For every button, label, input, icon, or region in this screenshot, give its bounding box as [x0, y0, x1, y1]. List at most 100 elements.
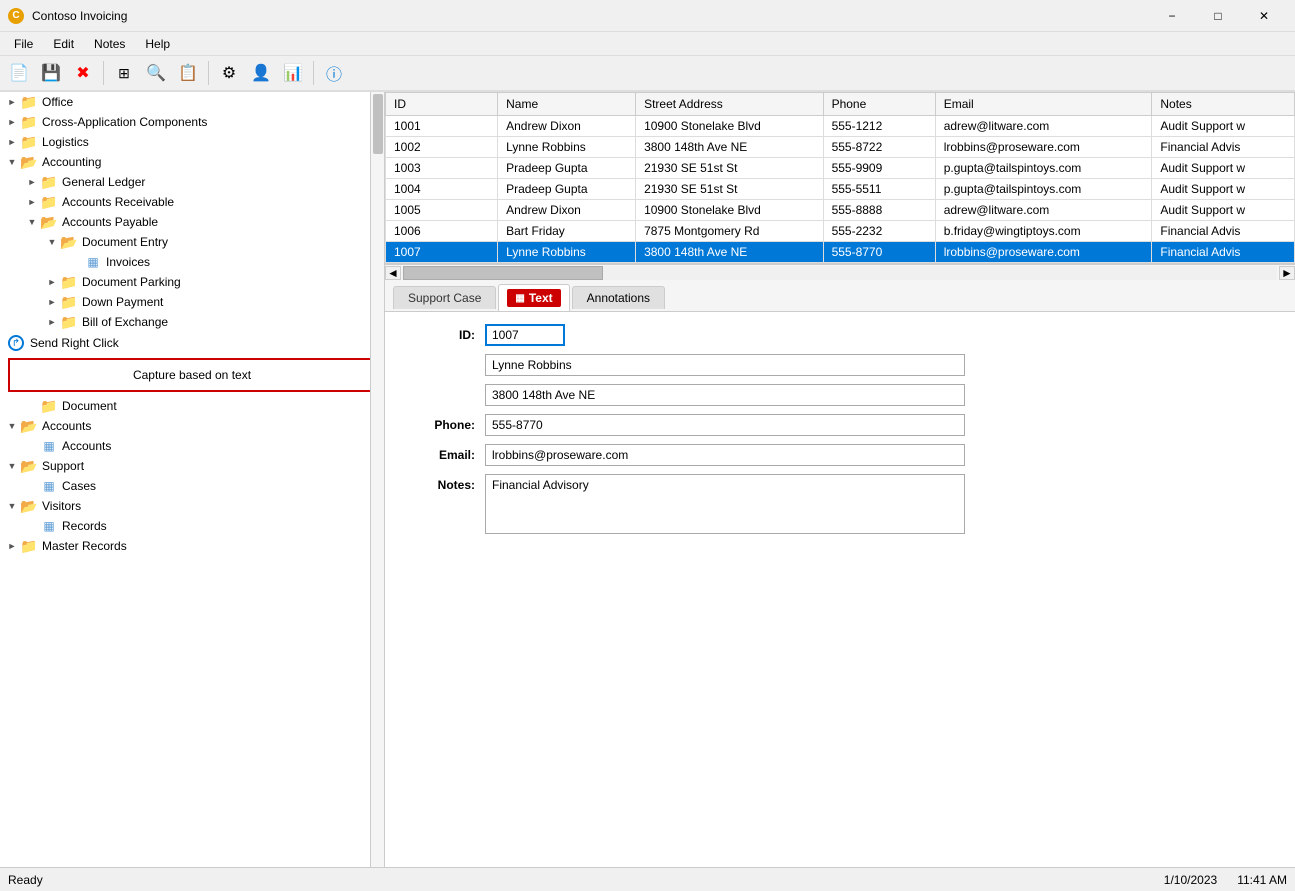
- folder-icon-accounts-receivable: 📁: [40, 194, 58, 210]
- tree-item-accounts[interactable]: ▼ 📂 Accounts: [0, 416, 384, 436]
- notes-field[interactable]: [485, 474, 965, 534]
- table-row[interactable]: 1007Lynne Robbins3800 148th Ave NE555-87…: [386, 242, 1295, 263]
- table-row[interactable]: 1002Lynne Robbins3800 148th Ave NE555-87…: [386, 137, 1295, 158]
- note-button[interactable]: 📋: [173, 59, 203, 87]
- cell-id: 1001: [386, 116, 498, 137]
- settings-button[interactable]: ⚙: [214, 59, 244, 87]
- folder-icon-office: 📁: [20, 94, 38, 110]
- expander-document-parking[interactable]: ►: [44, 274, 60, 290]
- tree-item-cases[interactable]: ▦ Cases: [0, 476, 384, 496]
- tree-item-records[interactable]: ▦ Records: [0, 516, 384, 536]
- expander-document-entry[interactable]: ▼: [44, 234, 60, 250]
- table-row[interactable]: 1001Andrew Dixon10900 Stonelake Blvd555-…: [386, 116, 1295, 137]
- table-icon-invoices: ▦: [84, 254, 102, 270]
- menu-edit[interactable]: Edit: [43, 35, 84, 53]
- tree-item-office[interactable]: ► 📁 Office: [0, 92, 384, 112]
- tree-item-cross-app[interactable]: ► 📁 Cross-Application Components: [0, 112, 384, 132]
- cell-notes: Audit Support w: [1152, 116, 1295, 137]
- tree-item-document-parking[interactable]: ► 📁 Document Parking: [0, 272, 384, 292]
- table-row[interactable]: 1006Bart Friday7875 Montgomery Rd555-223…: [386, 221, 1295, 242]
- tree-item-general-ledger[interactable]: ► 📁 General Ledger: [0, 172, 384, 192]
- expander-accounts-receivable[interactable]: ►: [24, 194, 40, 210]
- col-header-notes[interactable]: Notes: [1152, 93, 1295, 116]
- table-row[interactable]: 1005Andrew Dixon10900 Stonelake Blvd555-…: [386, 200, 1295, 221]
- minimize-button[interactable]: −: [1149, 0, 1195, 32]
- col-header-name[interactable]: Name: [498, 93, 636, 116]
- expander-logistics[interactable]: ►: [4, 134, 20, 150]
- expander-accounting[interactable]: ▼: [4, 154, 20, 170]
- cell-phone: 555-8722: [823, 137, 935, 158]
- col-header-phone[interactable]: Phone: [823, 93, 935, 116]
- tree-item-support[interactable]: ▼ 📂 Support: [0, 456, 384, 476]
- tree-scrollbar[interactable]: [370, 92, 384, 867]
- data-grid[interactable]: ID Name Street Address Phone Email Notes…: [385, 92, 1295, 264]
- capture-text-highlight[interactable]: Capture based on text: [8, 358, 376, 392]
- tree-item-accounting[interactable]: ▼ 📂 Accounting: [0, 152, 384, 172]
- text-tab-icon: ▦: [515, 293, 524, 304]
- expander-general-ledger[interactable]: ►: [24, 174, 40, 190]
- tab-support-case[interactable]: Support Case: [393, 286, 496, 309]
- tree-item-document[interactable]: 📁 Document: [0, 396, 384, 416]
- tree-label-office: Office: [42, 95, 73, 109]
- menu-notes[interactable]: Notes: [84, 35, 135, 53]
- id-label: ID:: [405, 324, 485, 342]
- phone-field[interactable]: [485, 414, 965, 436]
- export-button[interactable]: 📊: [278, 59, 308, 87]
- close-button[interactable]: ✕: [1241, 0, 1287, 32]
- tree-item-document-entry[interactable]: ▼ 📂 Document Entry: [0, 232, 384, 252]
- tree-item-down-payment[interactable]: ► 📁 Down Payment: [0, 292, 384, 312]
- send-right-click-button[interactable]: ↱ Send Right Click: [0, 332, 384, 354]
- search-button[interactable]: 🔍: [141, 59, 171, 87]
- right-click-icon: ↱: [8, 335, 24, 351]
- scroll-thumb[interactable]: [403, 266, 603, 280]
- tree-item-visitors[interactable]: ▼ 📂 Visitors: [0, 496, 384, 516]
- new-document-button[interactable]: 📄: [4, 59, 34, 87]
- table-row[interactable]: 1003Pradeep Gupta21930 SE 51st St555-990…: [386, 158, 1295, 179]
- cell-address: 3800 148th Ave NE: [636, 137, 824, 158]
- cell-name: Andrew Dixon: [498, 116, 636, 137]
- menu-help[interactable]: Help: [135, 35, 180, 53]
- expander-cross-app[interactable]: ►: [4, 114, 20, 130]
- grid-button[interactable]: ⊞: [109, 59, 139, 87]
- email-field[interactable]: [485, 444, 965, 466]
- text-tab-content: ▦ Text: [507, 289, 560, 307]
- tree-item-invoices[interactable]: ▦ Invoices: [0, 252, 384, 272]
- col-header-address[interactable]: Street Address: [636, 93, 824, 116]
- horizontal-scrollbar[interactable]: ◄ ►: [385, 264, 1295, 280]
- tab-annotations[interactable]: Annotations: [572, 286, 665, 309]
- send-right-click-label: Send Right Click: [30, 336, 119, 350]
- tree-item-master-records[interactable]: ► 📁 Master Records: [0, 536, 384, 556]
- id-field[interactable]: [485, 324, 565, 346]
- tree-item-bill-of-exchange[interactable]: ► 📁 Bill of Exchange: [0, 312, 384, 332]
- maximize-button[interactable]: □: [1195, 0, 1241, 32]
- address-field[interactable]: [485, 384, 965, 406]
- user-button[interactable]: 👤: [246, 59, 276, 87]
- expander-down-payment[interactable]: ►: [44, 294, 60, 310]
- table-row[interactable]: 1004Pradeep Gupta21930 SE 51st St555-551…: [386, 179, 1295, 200]
- save-button[interactable]: 💾: [36, 59, 66, 87]
- expander-office[interactable]: ►: [4, 94, 20, 110]
- scroll-left-button[interactable]: ◄: [385, 266, 401, 280]
- tree-item-accounts-payable[interactable]: ▼ 📂 Accounts Payable: [0, 212, 384, 232]
- name-field[interactable]: [485, 354, 965, 376]
- expander-support[interactable]: ▼: [4, 458, 20, 474]
- tree-item-accounts-receivable[interactable]: ► 📁 Accounts Receivable: [0, 192, 384, 212]
- tab-text[interactable]: ▦ Text: [498, 284, 569, 311]
- expander-accounts[interactable]: ▼: [4, 418, 20, 434]
- cell-phone: 555-9909: [823, 158, 935, 179]
- info-button[interactable]: ⓘ: [319, 59, 349, 87]
- col-header-email[interactable]: Email: [935, 93, 1152, 116]
- table-icon-cases: ▦: [40, 478, 58, 494]
- expander-visitors[interactable]: ▼: [4, 498, 20, 514]
- tree-item-logistics[interactable]: ► 📁 Logistics: [0, 132, 384, 152]
- delete-button[interactable]: ✖: [68, 59, 98, 87]
- tree-label-records: Records: [62, 519, 107, 533]
- tree-item-accounts-sub[interactable]: ▦ Accounts: [0, 436, 384, 456]
- scroll-right-button[interactable]: ►: [1279, 266, 1295, 280]
- cell-email: lrobbins@proseware.com: [935, 242, 1152, 263]
- menu-file[interactable]: File: [4, 35, 43, 53]
- expander-accounts-payable[interactable]: ▼: [24, 214, 40, 230]
- col-header-id[interactable]: ID: [386, 93, 498, 116]
- expander-bill-of-exchange[interactable]: ►: [44, 314, 60, 330]
- expander-master-records[interactable]: ►: [4, 538, 20, 554]
